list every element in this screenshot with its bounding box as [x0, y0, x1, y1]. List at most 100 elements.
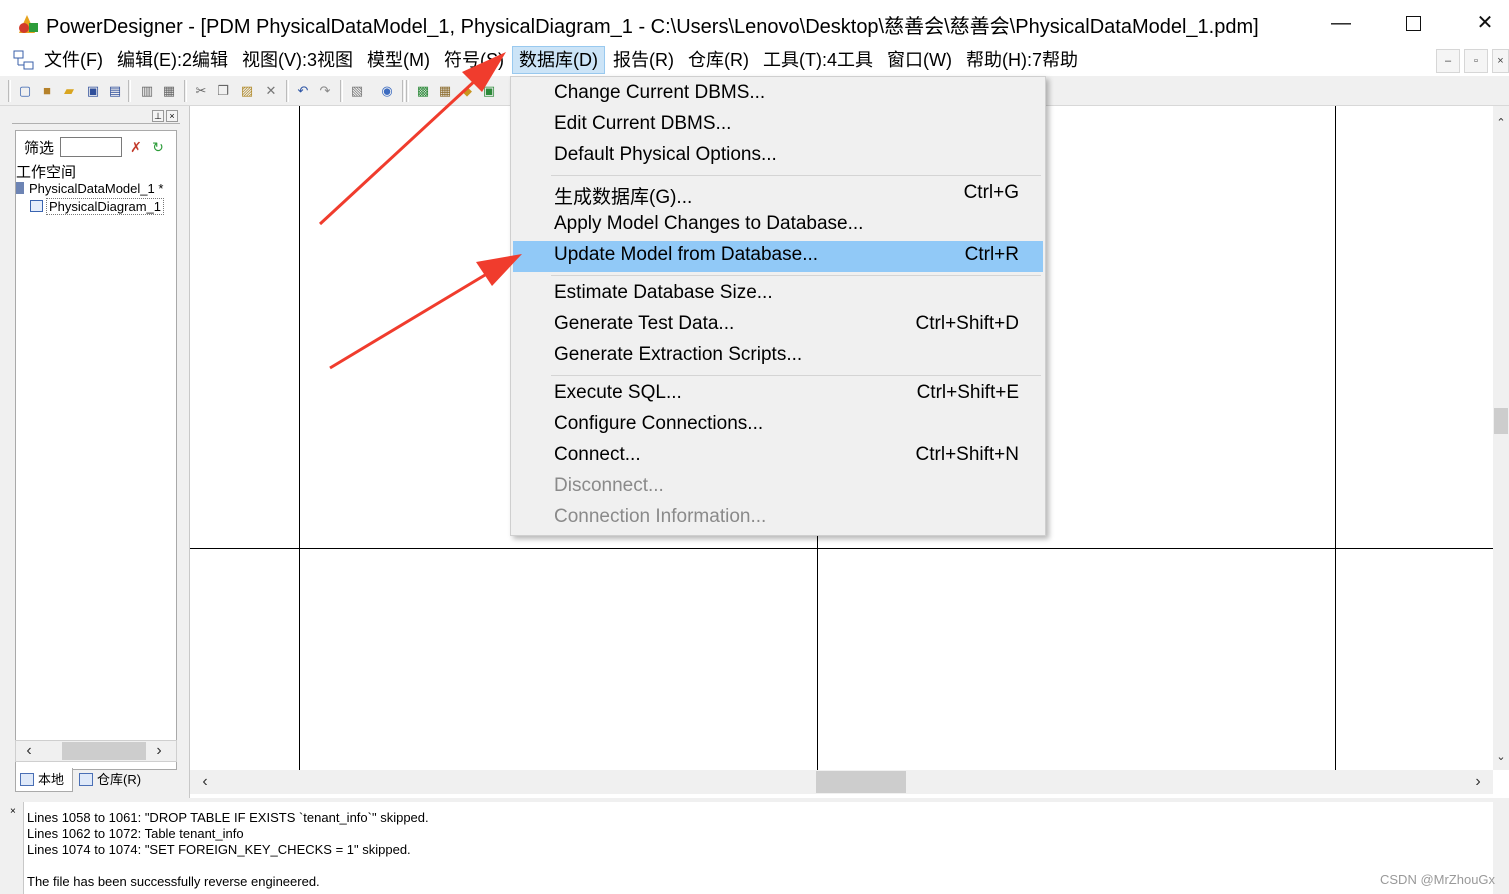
output-vertical-scrollbar[interactable]	[1493, 802, 1509, 894]
delete-icon[interactable]: ✕	[262, 82, 280, 100]
menu-item-label: 生成数据库(G)...	[554, 187, 693, 208]
browser-close-button[interactable]: ×	[166, 110, 178, 122]
new-model-icon[interactable]: ▩	[414, 82, 432, 100]
database-menu-item[interactable]: Generate Extraction Scripts...	[513, 341, 1043, 372]
database-menu-item[interactable]: Update Model from Database... Ctrl+R	[513, 241, 1043, 272]
menu-item-label: Estimate Database Size...	[554, 282, 773, 303]
output-side-bar: ×	[0, 802, 24, 894]
refresh-icon[interactable]: ↻	[150, 139, 166, 155]
model-document-icon[interactable]	[12, 49, 36, 71]
help-icon[interactable]: ◉	[378, 82, 396, 100]
database-menu-item[interactable]: Configure Connections...	[513, 410, 1043, 441]
tree-workspace[interactable]: 工作空间	[16, 161, 76, 182]
menu-item[interactable]: 符号(S)	[438, 46, 510, 74]
menu-item[interactable]: 视图(V):3视图	[236, 46, 359, 74]
browser-pin-button[interactable]: ⊥	[152, 110, 164, 122]
save-icon[interactable]: ▣	[84, 82, 102, 100]
database-menu-item[interactable]: Apply Model Changes to Database...	[513, 210, 1043, 241]
model-open-icon[interactable]: ▦	[436, 82, 454, 100]
cut-icon[interactable]: ✂	[192, 82, 210, 100]
maximize-button[interactable]	[1390, 6, 1436, 40]
mdi-minimize-button[interactable]: –	[1436, 49, 1460, 73]
vertical-scroll-thumb[interactable]	[1494, 408, 1508, 434]
database-menu-item[interactable]: Execute SQL... Ctrl+Shift+E	[513, 379, 1043, 410]
tree-diagram-node[interactable]: PhysicalDiagram_1	[30, 198, 164, 215]
page-boundary-line	[190, 548, 1493, 549]
toolbar-separator	[286, 80, 289, 102]
canvas-horizontal-scrollbar[interactable]: ‹ ›	[190, 770, 1493, 794]
menu-item-label: Configure Connections...	[554, 413, 764, 434]
menu-item-label: Generate Test Data...	[554, 313, 735, 334]
menu-item[interactable]: 报告(R)	[607, 46, 680, 74]
undo-icon[interactable]: ↶	[294, 82, 312, 100]
output-pane: × Lines 1058 to 1061: "DROP TABLE IF EXI…	[0, 798, 1509, 894]
local-tab-icon	[20, 773, 34, 786]
package-icon[interactable]: ◆	[458, 82, 476, 100]
tab-local-label: 本地	[38, 772, 65, 787]
close-button[interactable]: ✕	[1462, 6, 1508, 40]
print-icon[interactable]: ▦	[160, 82, 178, 100]
toolbar-separator	[340, 80, 343, 102]
menu-item[interactable]: 帮助(H):7帮助	[960, 46, 1084, 74]
properties-icon[interactable]: ▧	[348, 82, 366, 100]
scroll-right-icon[interactable]: ›	[148, 741, 170, 761]
menu-item[interactable]: 模型(M)	[361, 46, 436, 74]
output-line: The file has been successfully reverse e…	[27, 874, 320, 889]
tree-model-node[interactable]: PhysicalDataModel_1 *	[16, 181, 163, 196]
menu-separator	[551, 375, 1041, 376]
scroll-up-icon[interactable]: ⌃	[1493, 114, 1509, 132]
database-menu-item[interactable]: Default Physical Options...	[513, 141, 1043, 172]
database-menu-item: Connection Information...	[513, 503, 1043, 534]
menu-bar: 文件(F) 编辑(E):2编辑 视图(V):3视图 模型(M) 符号(S) 数据库(D) 报…	[0, 44, 1509, 76]
open-folder-icon[interactable]: ▰	[60, 82, 78, 100]
scroll-left-icon[interactable]: ‹	[194, 770, 216, 794]
output-line: Lines 1058 to 1061: "DROP TABLE IF EXIST…	[27, 810, 429, 825]
menu-item[interactable]: 窗口(W)	[881, 46, 958, 74]
scroll-thumb[interactable]	[62, 742, 146, 760]
menu-item-label: Execute SQL...	[554, 382, 682, 403]
generate-icon[interactable]: ▣	[480, 82, 498, 100]
canvas-vertical-scrollbar[interactable]: ⌃ ⌄	[1493, 106, 1509, 770]
menu-item[interactable]: 工具(T):4工具	[757, 46, 879, 74]
powerdesigner-app-icon[interactable]	[15, 11, 41, 35]
browser-horizontal-scrollbar[interactable]: ‹ ›	[15, 740, 177, 762]
menu-items: 文件(F) 编辑(E):2编辑 视图(V):3视图 模型(M) 符号(S) 数据库(D) 报…	[38, 46, 1086, 74]
output-close-icon[interactable]: ×	[10, 806, 16, 817]
print-preview-icon[interactable]: ▥	[138, 82, 156, 100]
database-menu-item: Disconnect...	[513, 472, 1043, 503]
horizontal-scroll-thumb[interactable]	[816, 771, 906, 793]
menu-item[interactable]: 编辑(E):2编辑	[111, 46, 234, 74]
new-file-icon[interactable]: ▢	[16, 82, 34, 100]
menu-item-label: Update Model from Database...	[554, 244, 819, 265]
menu-item[interactable]: 仓库(R)	[682, 46, 755, 74]
scroll-left-icon[interactable]: ‹	[18, 741, 40, 761]
new-project-icon[interactable]: ■	[38, 82, 56, 100]
tab-repository[interactable]: 仓库(R)	[75, 768, 155, 792]
redo-icon[interactable]: ↷	[316, 82, 334, 100]
database-menu-item[interactable]: Estimate Database Size...	[513, 279, 1043, 310]
scroll-right-icon[interactable]: ›	[1467, 770, 1489, 794]
database-menu-item[interactable]: Generate Test Data... Ctrl+Shift+D	[513, 310, 1043, 341]
model-node-icon	[16, 182, 24, 194]
database-menu-item[interactable]: Edit Current DBMS...	[513, 110, 1043, 141]
copy-icon[interactable]: ❐	[214, 82, 232, 100]
minimize-button[interactable]: —	[1318, 6, 1364, 40]
save-all-icon[interactable]: ▤	[106, 82, 124, 100]
repository-tab-icon	[79, 773, 93, 786]
filter-input[interactable]	[60, 137, 122, 157]
scroll-down-icon[interactable]: ⌄	[1493, 748, 1509, 766]
tab-local[interactable]: 本地	[15, 768, 73, 792]
tree-diagram-label: PhysicalDiagram_1	[46, 198, 164, 215]
clear-filter-icon[interactable]: ✗	[128, 139, 144, 155]
database-menu-item[interactable]: 生成数据库(G)... Ctrl+G	[513, 179, 1043, 210]
mdi-restore-button[interactable]: ▫	[1464, 49, 1488, 73]
output-line: Lines 1062 to 1072: Table tenant_info	[27, 826, 244, 841]
database-menu-item[interactable]: Connect... Ctrl+Shift+N	[513, 441, 1043, 472]
mdi-close-button[interactable]: ×	[1492, 49, 1509, 73]
menu-item[interactable]: 文件(F)	[38, 46, 109, 74]
menu-item[interactable]: 数据库(D)	[512, 46, 605, 74]
paste-icon[interactable]: ▨	[238, 82, 256, 100]
database-menu-item[interactable]: Change Current DBMS...	[513, 79, 1043, 110]
toolbar-grip[interactable]	[8, 80, 11, 102]
watermark: CSDN @MrZhouGx	[1380, 872, 1496, 887]
